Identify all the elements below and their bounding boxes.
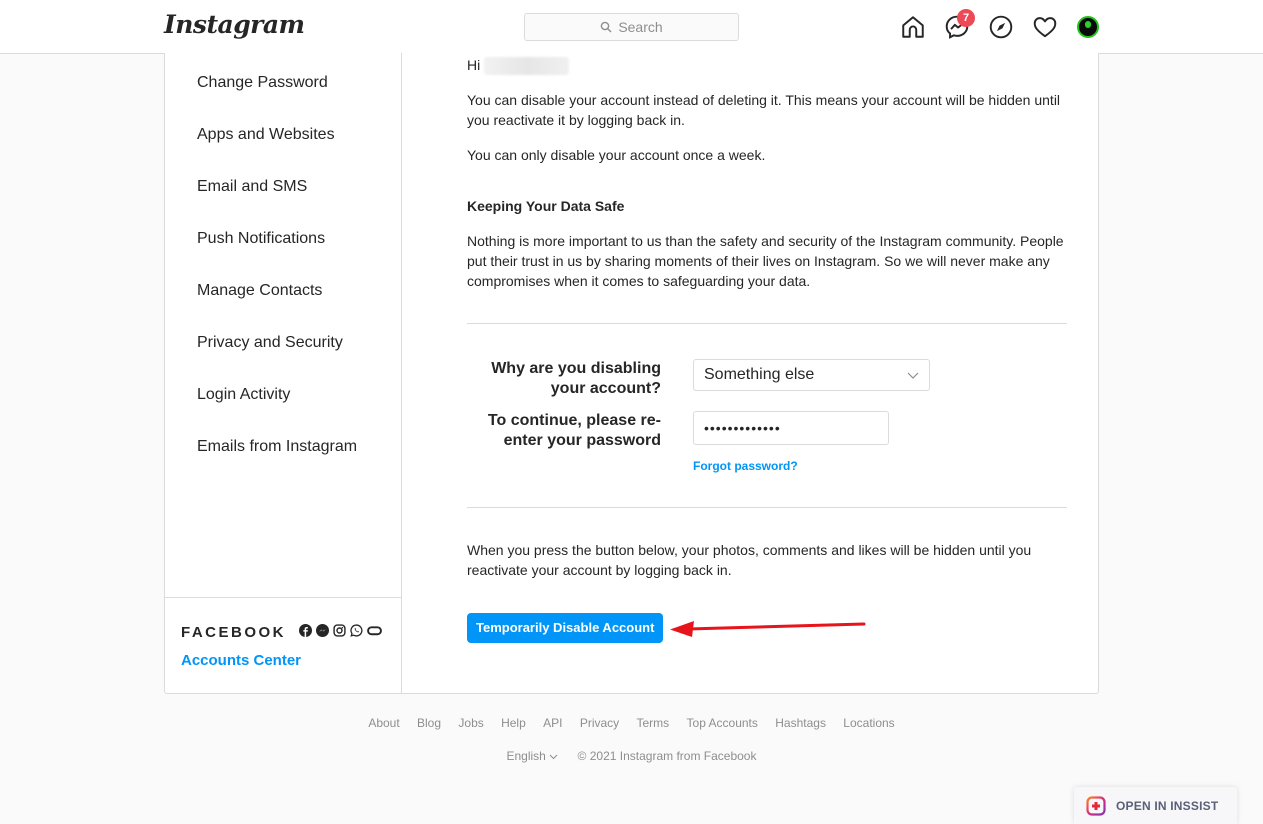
facebook-accounts-center-section: FACEBOOK Accounts Center xyxy=(165,597,401,693)
oculus-icon xyxy=(367,626,382,636)
data-safe-text: Nothing is more important to us than the… xyxy=(467,233,1064,289)
footer-link-api[interactable]: API xyxy=(543,716,562,730)
instagram-logo[interactable]: Instagram xyxy=(164,10,305,39)
sidebar-item-emails-from-instagram[interactable]: Emails from Instagram xyxy=(197,438,357,456)
home-icon[interactable] xyxy=(900,14,926,40)
footer-link-terms[interactable]: Terms xyxy=(637,716,670,730)
accounts-center-link[interactable]: Accounts Center xyxy=(181,652,301,669)
password-input[interactable]: ••••••••••••• xyxy=(693,411,889,445)
sidebar-item-email-and-sms[interactable]: Email and SMS xyxy=(197,178,307,196)
sidebar-item-login-activity[interactable]: Login Activity xyxy=(197,386,290,404)
facebook-wordmark: FACEBOOK xyxy=(181,624,287,641)
whatsapp-icon xyxy=(350,624,363,637)
facebook-icon xyxy=(299,624,312,637)
footer-bottom: English © 2021 Instagram from Facebook xyxy=(0,749,1263,763)
sidebar-item-privacy-and-security[interactable]: Privacy and Security xyxy=(197,334,343,352)
reason-select-value: Something else xyxy=(704,366,815,383)
password-label: To continue, please re-enter your passwo… xyxy=(487,412,661,449)
facebook-family-icons xyxy=(299,624,382,637)
divider xyxy=(467,507,1067,508)
instagram-icon xyxy=(333,624,346,637)
chevron-down-icon xyxy=(907,372,919,379)
explore-compass-icon[interactable] xyxy=(988,14,1014,40)
messenger-icon xyxy=(316,624,329,637)
copyright: © 2021 Instagram from Facebook xyxy=(577,749,757,763)
footer-link-help[interactable]: Help xyxy=(501,716,526,730)
greeting: Hi xyxy=(467,55,1067,76)
once-a-week-text: You can only disable your account once a… xyxy=(467,147,766,163)
inssist-logo-icon xyxy=(1086,795,1106,816)
search-input[interactable]: Search xyxy=(524,13,739,41)
open-in-inssist-button[interactable]: OPEN IN INSSIST xyxy=(1074,787,1237,824)
reason-label: Why are you disabling your account? xyxy=(491,360,661,397)
footer-link-about[interactable]: About xyxy=(368,716,399,730)
settings-panel: Change Password Apps and Websites Email … xyxy=(164,53,1099,694)
footer-link-jobs[interactable]: Jobs xyxy=(458,716,483,730)
footer-link-privacy[interactable]: Privacy xyxy=(580,716,619,730)
heart-icon[interactable] xyxy=(1032,14,1058,40)
blurred-username xyxy=(484,57,570,76)
chevron-down-icon xyxy=(549,754,558,760)
inssist-label: OPEN IN INSSIST xyxy=(1116,798,1219,813)
disable-warning-text: When you press the button below, your ph… xyxy=(467,542,1032,578)
search-icon xyxy=(601,21,612,33)
top-navigation-bar: Instagram Search 7 xyxy=(0,0,1263,54)
divider xyxy=(467,323,1067,324)
sidebar-item-manage-contacts[interactable]: Manage Contacts xyxy=(197,282,322,300)
temporarily-disable-account-button[interactable]: Temporarily Disable Account xyxy=(467,613,664,643)
settings-sidebar: Change Password Apps and Websites Email … xyxy=(165,53,402,693)
data-safe-heading: Keeping Your Data Safe xyxy=(467,198,625,214)
messenger-badge: 7 xyxy=(957,9,975,27)
footer-link-top-accounts[interactable]: Top Accounts xyxy=(687,716,758,730)
sidebar-item-change-password[interactable]: Change Password xyxy=(197,74,328,92)
intro-text: You can disable your account instead of … xyxy=(467,92,1061,128)
profile-avatar[interactable] xyxy=(1077,16,1099,38)
footer-link-blog[interactable]: Blog xyxy=(417,716,441,730)
footer-links: About Blog Jobs Help API Privacy Terms T… xyxy=(0,716,1263,730)
reason-select[interactable]: Something else xyxy=(693,359,930,391)
greeting-text: Hi xyxy=(467,57,481,73)
annotation-arrow-icon xyxy=(670,621,866,637)
search-placeholder: Search xyxy=(618,19,663,35)
language-select[interactable]: English xyxy=(507,749,559,763)
forgot-password-link[interactable]: Forgot password? xyxy=(693,459,798,473)
sidebar-item-push-notifications[interactable]: Push Notifications xyxy=(197,230,325,248)
footer-link-locations[interactable]: Locations xyxy=(843,716,894,730)
language-value: English xyxy=(506,749,546,763)
sidebar-item-apps-and-websites[interactable]: Apps and Websites xyxy=(197,126,335,144)
footer-link-hashtags[interactable]: Hashtags xyxy=(775,716,826,730)
